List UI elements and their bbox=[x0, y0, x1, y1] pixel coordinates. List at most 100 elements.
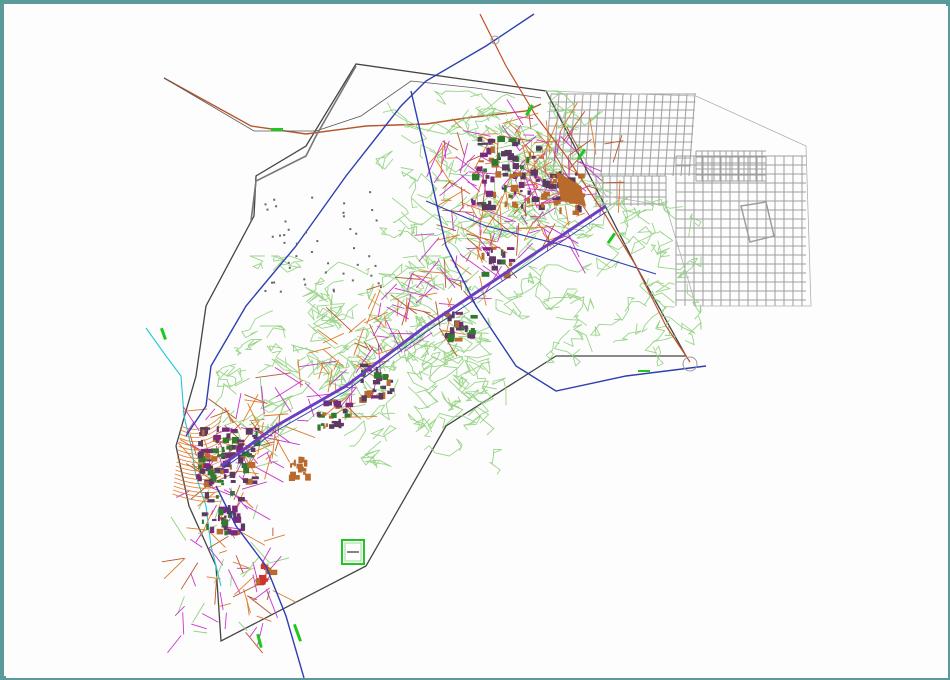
city-block bbox=[490, 176, 495, 183]
city-block bbox=[455, 321, 460, 328]
city-block bbox=[305, 473, 311, 481]
city-block bbox=[317, 424, 321, 431]
city-block bbox=[221, 519, 229, 527]
city-block bbox=[477, 137, 483, 142]
city-block bbox=[361, 395, 367, 402]
city-block bbox=[292, 462, 296, 465]
scatter-point bbox=[355, 232, 358, 235]
city-block bbox=[549, 184, 557, 189]
scatter-point bbox=[342, 211, 345, 214]
city-block bbox=[481, 252, 485, 260]
city-block bbox=[477, 142, 484, 146]
city-block bbox=[209, 465, 214, 469]
scatter-point bbox=[304, 283, 307, 286]
city-block bbox=[508, 262, 513, 266]
city-block bbox=[206, 448, 213, 454]
city-block bbox=[322, 412, 327, 416]
city-block bbox=[447, 336, 454, 343]
city-block bbox=[316, 412, 321, 417]
city-block bbox=[226, 433, 231, 439]
scatter-point bbox=[303, 278, 306, 281]
scatter-point bbox=[342, 272, 345, 275]
city-block bbox=[224, 515, 227, 518]
scatter-point bbox=[353, 247, 356, 250]
city-block bbox=[360, 363, 369, 368]
scatter-point bbox=[273, 198, 276, 201]
city-block bbox=[203, 463, 210, 469]
city-block bbox=[211, 472, 215, 480]
city-block bbox=[476, 166, 483, 172]
city-block bbox=[229, 471, 236, 478]
city-block bbox=[256, 577, 261, 585]
city-block bbox=[373, 372, 382, 379]
city-block bbox=[520, 189, 523, 193]
city-block bbox=[217, 480, 224, 483]
city-block bbox=[199, 468, 206, 474]
scatter-point bbox=[287, 228, 290, 231]
city-block bbox=[240, 523, 246, 530]
scatter-point bbox=[316, 240, 319, 243]
city-block bbox=[198, 451, 203, 457]
colored-road bbox=[516, 225, 518, 235]
city-block bbox=[222, 427, 230, 432]
city-block bbox=[333, 400, 342, 407]
city-block bbox=[491, 265, 498, 271]
city-block bbox=[344, 413, 351, 418]
city-block bbox=[508, 195, 513, 198]
city-block bbox=[488, 257, 493, 265]
colored-road bbox=[480, 133, 498, 135]
city-block bbox=[223, 525, 228, 531]
city-block bbox=[521, 204, 524, 209]
city-block bbox=[487, 138, 496, 143]
city-block bbox=[477, 202, 483, 205]
city-block bbox=[246, 454, 255, 458]
colored-road bbox=[601, 173, 604, 190]
city-block bbox=[198, 464, 202, 470]
city-block bbox=[488, 204, 496, 211]
city-block bbox=[200, 439, 204, 447]
city-block bbox=[552, 179, 557, 184]
city-block bbox=[290, 471, 296, 477]
city-block bbox=[329, 424, 335, 429]
city-block bbox=[243, 467, 250, 474]
scatter-point bbox=[305, 231, 308, 234]
city-block bbox=[221, 483, 225, 486]
scatter-point bbox=[349, 228, 352, 231]
city-block bbox=[230, 429, 238, 433]
city-block bbox=[303, 471, 306, 475]
city-block bbox=[482, 142, 489, 145]
city-block bbox=[507, 153, 515, 161]
city-block bbox=[238, 457, 244, 464]
city-block bbox=[386, 379, 391, 386]
scatter-point bbox=[370, 274, 373, 277]
city-block bbox=[213, 434, 221, 440]
scatter-point bbox=[343, 202, 346, 205]
city-block bbox=[530, 169, 538, 176]
city-block bbox=[230, 491, 235, 496]
city-block bbox=[531, 196, 540, 202]
label-marker bbox=[271, 128, 283, 131]
city-block bbox=[512, 163, 519, 170]
scatter-point bbox=[311, 196, 314, 199]
city-block bbox=[252, 434, 258, 438]
scatter-point bbox=[324, 271, 327, 274]
city-block bbox=[331, 412, 337, 419]
map-viewport[interactable] bbox=[6, 6, 948, 678]
scatter-point bbox=[368, 255, 371, 258]
city-block bbox=[254, 427, 260, 431]
city-block bbox=[454, 337, 463, 342]
city-block bbox=[230, 480, 236, 483]
label-marker bbox=[638, 370, 650, 372]
city-block bbox=[290, 463, 293, 468]
city-block bbox=[201, 512, 208, 517]
city-block bbox=[212, 518, 217, 522]
city-map bbox=[6, 6, 948, 678]
city-block bbox=[504, 201, 508, 207]
city-block bbox=[372, 388, 376, 391]
city-block bbox=[204, 492, 210, 499]
city-block bbox=[514, 172, 523, 177]
city-block bbox=[237, 439, 245, 443]
city-block bbox=[485, 190, 494, 197]
city-block bbox=[491, 158, 499, 166]
city-block bbox=[222, 449, 225, 453]
